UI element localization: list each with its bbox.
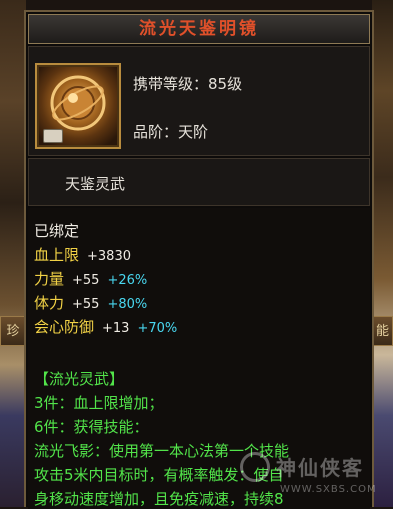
stat-value: +13 xyxy=(102,321,130,336)
stat-label: 体力 xyxy=(34,294,65,312)
bound-status: 已绑定 xyxy=(34,222,80,240)
item-name: 流光天鉴明镜 xyxy=(139,19,259,39)
stat-label: 血上限 xyxy=(34,246,80,264)
stat-label: 力量 xyxy=(34,270,65,288)
watermark-text: 神仙侠客 xyxy=(276,456,364,480)
set-header: 【流光灵武】 xyxy=(34,370,125,388)
item-subtitle-row: 天鉴灵武 xyxy=(28,158,370,206)
item-title-bar: 流光天鉴明镜 xyxy=(28,14,370,44)
stat-value: +3830 xyxy=(87,249,131,264)
background-button-left[interactable]: 珍 xyxy=(0,316,26,346)
background-button-right[interactable]: 能 xyxy=(372,316,393,346)
item-grade: 品阶：天阶 xyxy=(133,123,209,141)
celestial-mirror-icon xyxy=(35,63,121,149)
stat-value: +55 xyxy=(72,273,100,288)
stat-bonus: +80% xyxy=(107,297,148,312)
item-header-panel: 携带等级：85级 品阶：天阶 xyxy=(28,46,370,156)
stat-row-hp: 血上限 +3830 xyxy=(34,244,131,265)
item-tooltip: 流光天鉴明镜 携带等级：85级 品阶：天阶 天鉴灵武 已绑定 血上限 +3830 … xyxy=(24,10,374,509)
stat-row-strength: 力量 +55 +26% xyxy=(34,268,147,289)
carry-level: 携带等级：85级 xyxy=(133,75,243,93)
stat-bonus: +26% xyxy=(107,273,148,288)
stat-label: 会心防御 xyxy=(34,318,95,336)
item-subtitle: 天鉴灵武 xyxy=(65,175,126,193)
site-watermark: 神仙侠客 WWW.SXBS.COM xyxy=(240,448,390,500)
watermark-logo-icon xyxy=(240,452,270,482)
stat-bonus: +70% xyxy=(137,321,178,336)
stat-value: +55 xyxy=(72,297,100,312)
background-scenery-right xyxy=(372,0,393,507)
set-bonus-line: 6件：获得技能： xyxy=(34,418,149,436)
watermark-url: WWW.SXBS.COM xyxy=(280,484,377,495)
bound-badge-icon xyxy=(43,129,63,143)
set-bonus-line: 3件：血上限增加； xyxy=(34,394,164,412)
stat-row-crit-defense: 会心防御 +13 +70% xyxy=(34,316,177,337)
background-scenery-left xyxy=(0,0,26,507)
stat-row-constitution: 体力 +55 +80% xyxy=(34,292,147,313)
